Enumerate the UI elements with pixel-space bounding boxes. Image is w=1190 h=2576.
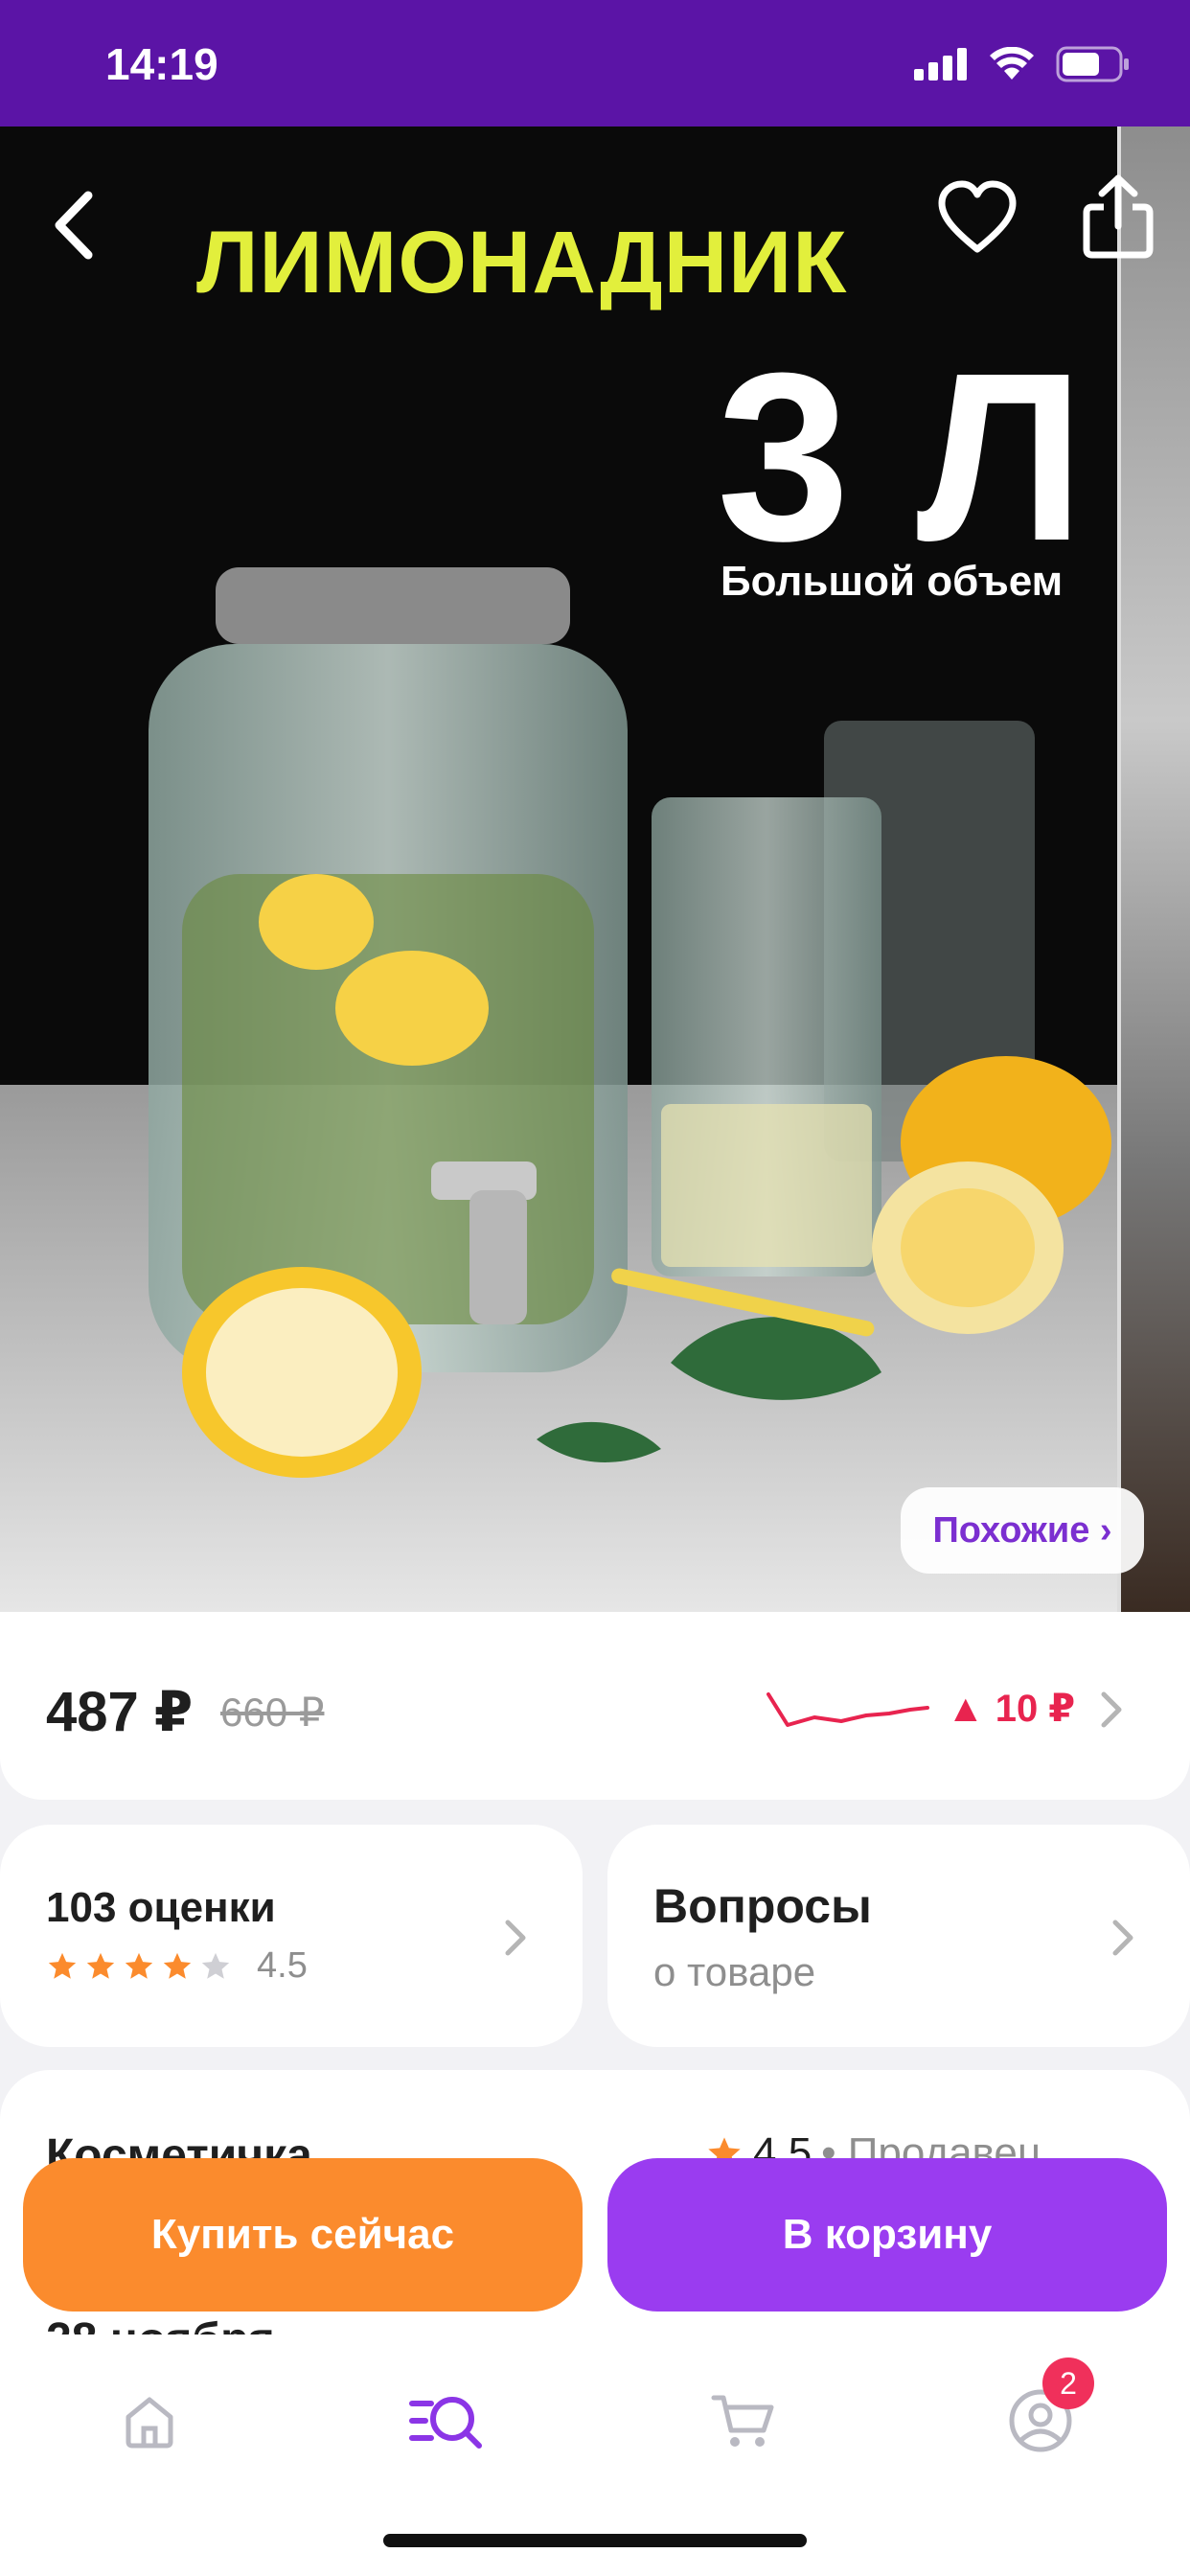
image-volume: 3 Л [717,323,1085,590]
reviews-count: 103 оценки [46,1884,276,1931]
similar-products-button[interactable]: Похожие › [901,1487,1144,1574]
wifi-icon [990,47,1034,80]
next-image-preview[interactable] [1121,126,1190,1612]
chevron-right-icon [1101,1691,1122,1728]
questions-card[interactable]: Вопросы о товаре [607,1825,1190,2047]
add-to-cart-button[interactable]: В корзину [607,2158,1167,2312]
home-icon [126,2397,173,2449]
price-change: ▲ 10 ₽ [947,1688,1076,1730]
star-icon [48,1952,77,1979]
favorite-button[interactable] [934,174,1020,261]
price-trend-sparkline [767,1692,929,1727]
share-button[interactable] [1075,171,1161,263]
old-price: 660 ₽ [220,1690,325,1735]
chevron-left-icon [55,191,93,260]
tab-cart[interactable] [696,2373,791,2469]
heart-icon [938,180,1017,253]
star-icon [163,1952,192,1979]
tab-catalog[interactable] [399,2373,494,2469]
image-subtitle: Большой объем [721,558,1064,605]
questions-subtitle: о товаре [653,1949,816,1994]
share-icon [1083,174,1154,259]
image-title: ЛИМОНАДНИК [196,214,848,311]
rating-value: 4.5 [257,1945,308,1986]
cart-icon [711,2395,774,2447]
profile-notification-badge: 2 [1042,2358,1094,2409]
product-image-carousel[interactable]: ЛИМОНАДНИК 3 Л Большой объем Похожие › [0,126,1190,1612]
battery-icon [1056,46,1129,82]
back-button[interactable] [42,182,109,268]
status-bar: 14:19 [0,0,1190,126]
reviews-card[interactable]: 103 оценки 4.5 [0,1825,583,2047]
chevron-right-icon [505,1920,526,1956]
home-indicator[interactable] [383,2534,807,2547]
rating-stars: 4.5 [46,1945,308,1987]
price-card[interactable]: 487 ₽ 660 ₽ ▲ 10 ₽ [0,1612,1190,1800]
catalog-search-icon [409,2397,482,2449]
signal-icon [914,48,967,80]
chevron-right-icon [1112,1920,1133,1956]
current-price: 487 ₽ [46,1681,194,1743]
status-time: 14:19 [105,39,218,89]
tab-home[interactable] [102,2373,197,2469]
star-icon [86,1952,115,1979]
star-empty-icon [201,1952,230,1979]
star-icon [125,1952,153,1979]
buy-now-button[interactable]: Купить сейчас [23,2158,583,2312]
questions-title: Вопросы [653,1879,872,1933]
